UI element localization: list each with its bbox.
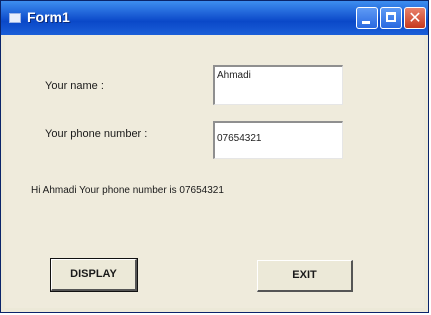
display-button[interactable]: DISPLAY xyxy=(50,258,138,292)
close-icon: ✕ xyxy=(408,8,422,27)
title-bar[interactable]: Form1 ✕ xyxy=(1,1,428,35)
name-field[interactable]: Ahmadi xyxy=(213,65,343,105)
close-button[interactable]: ✕ xyxy=(404,7,426,29)
name-label: Your name : xyxy=(45,80,104,92)
window-icon[interactable] xyxy=(9,13,21,23)
window-title: Form1 xyxy=(27,9,70,25)
minimize-button[interactable] xyxy=(356,7,378,29)
exit-button[interactable]: EXIT xyxy=(257,260,353,292)
greeting-message: Hi Ahmadi Your phone number is 07654321 xyxy=(31,185,224,196)
phone-label: Your phone number : xyxy=(45,128,148,140)
minimize-icon xyxy=(362,21,370,24)
form-client-area: Your name : Ahmadi Your phone number : 0… xyxy=(5,35,424,308)
maximize-button[interactable] xyxy=(380,7,402,29)
form-window: Form1 ✕ Your name : Ahmadi Your phone nu… xyxy=(0,0,429,313)
phone-field[interactable]: 07654321 xyxy=(213,121,343,159)
maximize-icon xyxy=(386,12,396,22)
